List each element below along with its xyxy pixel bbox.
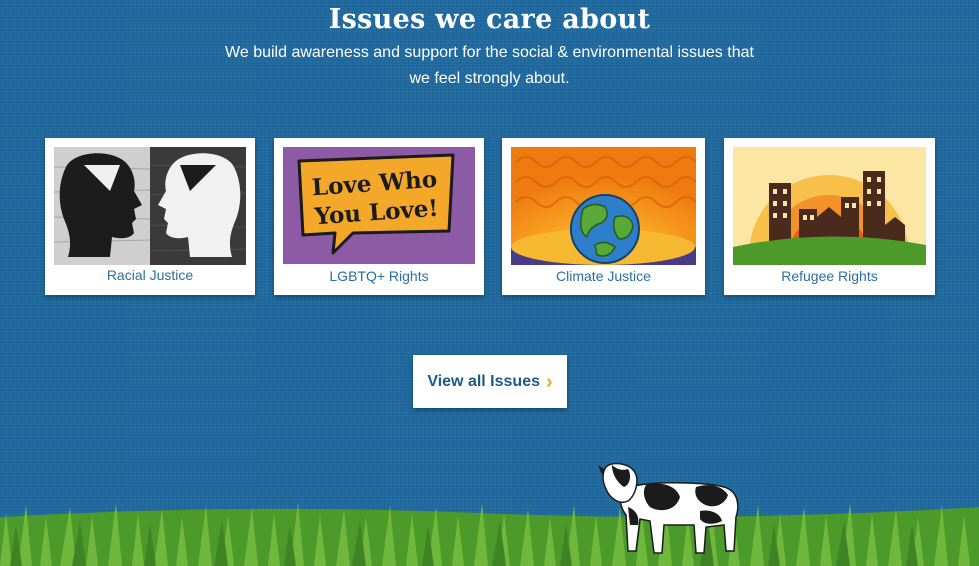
- grass-meadow-illustration: [0, 462, 979, 566]
- section-title: Issues we care about: [328, 4, 651, 35]
- lgbtq-rights-image: Love Who You Love!: [283, 147, 475, 264]
- card-label: Climate Justice: [556, 268, 651, 284]
- subtitle-line-1: We build awareness and support for the s…: [225, 44, 754, 61]
- section-subtitle: We build awareness and support for the s…: [200, 40, 779, 92]
- issue-card-refugee-rights[interactable]: Refugee Rights: [724, 138, 935, 295]
- racial-justice-image: [54, 147, 246, 265]
- card-label: Racial Justice: [106, 267, 194, 283]
- view-all-issues-label: View all Issues: [427, 372, 540, 390]
- chevron-right-icon: ›: [546, 370, 553, 393]
- card-label: Refugee Rights: [781, 268, 878, 284]
- view-all-issues-button[interactable]: View all Issues ›: [413, 355, 567, 408]
- subtitle-line-2: we feel strongly about.: [409, 70, 570, 87]
- issue-card-climate-justice[interactable]: Climate Justice: [502, 138, 705, 295]
- refugee-rights-image: [733, 147, 926, 265]
- card-label: LGBTQ+ Rights: [329, 268, 429, 284]
- issue-card-racial-justice[interactable]: Racial Justice: [45, 138, 255, 295]
- issue-card-lgbtq-rights[interactable]: Love Who You Love! LGBTQ+ Rights: [274, 138, 484, 295]
- climate-justice-image: [511, 147, 696, 265]
